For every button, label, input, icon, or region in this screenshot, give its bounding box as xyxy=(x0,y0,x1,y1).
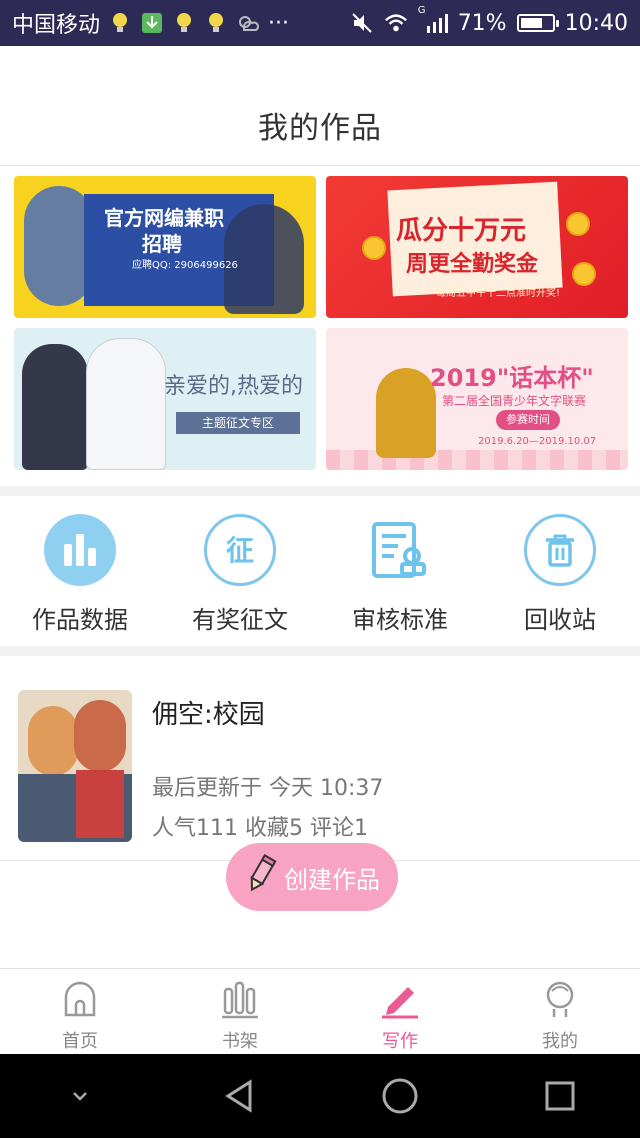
work-stats: 人气111 收藏5 评论1 xyxy=(152,816,368,841)
tab-label: 首页 xyxy=(62,1031,98,1052)
work-title: 佣空:校园 xyxy=(152,700,265,730)
tab-label: 我的 xyxy=(542,1031,578,1052)
cover-art xyxy=(28,706,78,776)
action-review-standard[interactable]: 审核标准 xyxy=(320,496,480,646)
action-label: 有奖征文 xyxy=(192,606,288,634)
coin-icon xyxy=(572,262,596,286)
section-divider xyxy=(0,486,640,496)
tab-profile[interactable]: 我的 xyxy=(480,969,640,1054)
bottom-tab-bar: 首页 书架 写作 我的 xyxy=(0,968,640,1054)
cell-signal-icon: G xyxy=(418,5,448,35)
write-icon xyxy=(380,979,420,1023)
profile-icon xyxy=(540,979,580,1023)
contest-icon: 征 xyxy=(204,514,276,586)
quick-actions: 作品数据 征 有奖征文 审核标准 回收站 xyxy=(0,496,640,646)
create-work-button[interactable]: 创建作品 xyxy=(226,843,398,911)
nav-back-button[interactable] xyxy=(210,1066,270,1126)
status-bar-left: 中国移动 ··· xyxy=(12,7,289,39)
banner-theme-contest[interactable]: 亲爱的,热爱的 主题征文专区 xyxy=(14,328,316,470)
banner-strip xyxy=(326,450,628,470)
section-divider xyxy=(0,646,640,656)
tab-label: 写作 xyxy=(382,1031,418,1052)
banner-grid: 官方网编兼职 招聘 应聘QQ: 2906499626 瓜分十万元 周更全勤奖金 … xyxy=(14,176,628,470)
screen: 中国移动 ··· G 71% 10:40 我的作品 官方网编兼职 招聘 应聘QQ… xyxy=(0,0,640,1138)
work-list-item[interactable]: 佣空:校园 最后更新于 今天 10:37 人气111 收藏5 评论1 xyxy=(0,656,640,861)
bulb-notification-icon xyxy=(108,11,132,35)
home-icon xyxy=(60,979,100,1023)
carrier-name: 中国移动 xyxy=(12,13,101,38)
create-work-label: 创建作品 xyxy=(284,865,380,894)
signal-type-label: G xyxy=(417,5,426,16)
nav-home-button[interactable] xyxy=(370,1066,430,1126)
more-notifications: ··· xyxy=(268,10,289,36)
chevron-down-icon xyxy=(73,1092,87,1101)
page-header: 我的作品 xyxy=(0,46,640,166)
pencil-icon xyxy=(244,854,278,900)
download-notification-icon xyxy=(140,11,164,35)
wifi-icon xyxy=(384,11,408,35)
banner-weekly-bonus[interactable]: 瓜分十万元 周更全勤奖金 每周五中午十二点准时开奖! xyxy=(326,176,628,318)
action-label: 作品数据 xyxy=(32,606,128,634)
action-label: 审核标准 xyxy=(352,606,448,634)
battery-icon xyxy=(516,14,559,32)
banner-badge: 主题征文专区 xyxy=(176,412,300,434)
illustration-person xyxy=(86,338,166,470)
banner-caption: 2019.6.20—2019.10.07 xyxy=(478,436,597,447)
tab-bookshelf[interactable]: 书架 xyxy=(160,969,320,1054)
tab-write[interactable]: 写作 xyxy=(320,969,480,1054)
page-title: 我的作品 xyxy=(258,111,382,146)
banner-subheadline: 周更全勤奖金 xyxy=(406,252,539,277)
trophy-icon xyxy=(376,368,436,458)
banner-caption: 应聘QQ: 2906499626 xyxy=(132,260,238,271)
home-circle-icon xyxy=(382,1078,418,1114)
banner-caption: 每周五中午十二点准时开奖! xyxy=(436,288,561,299)
tab-label: 书架 xyxy=(222,1031,258,1052)
action-recycle-bin[interactable]: 回收站 xyxy=(480,496,640,646)
coin-icon xyxy=(362,236,386,260)
banner-pill: 参赛时间 xyxy=(496,410,560,430)
cover-art xyxy=(74,700,126,772)
banner-subheadline: 招聘 xyxy=(142,232,182,256)
weather-icon xyxy=(236,11,260,35)
recents-square-icon xyxy=(545,1081,575,1111)
bulb-notification-icon xyxy=(204,11,228,35)
banner-huaben-cup[interactable]: 2019"话本杯" 第二届全国青少年文字联赛 参赛时间 2019.6.20—20… xyxy=(326,328,628,470)
banner-headline: 亲爱的,热爱的 xyxy=(164,374,303,399)
status-bar-right: G 71% 10:40 xyxy=(350,5,628,36)
bookshelf-icon xyxy=(220,979,260,1023)
cover-art xyxy=(76,770,124,838)
svg-text:征: 征 xyxy=(226,534,254,567)
tab-home[interactable]: 首页 xyxy=(0,969,160,1054)
nav-collapse-button[interactable] xyxy=(50,1066,110,1126)
nav-recents-button[interactable] xyxy=(530,1066,590,1126)
work-cover xyxy=(18,690,132,842)
banner-headline: 瓜分十万元 xyxy=(396,216,527,246)
action-prize-contest[interactable]: 征 有奖征文 xyxy=(160,496,320,646)
system-nav-bar xyxy=(0,1054,640,1138)
status-bar: 中国移动 ··· G 71% 10:40 xyxy=(0,0,640,46)
banner-headline: 2019"话本杯" xyxy=(430,364,594,392)
back-triangle-icon xyxy=(225,1079,252,1113)
bulb-notification-icon xyxy=(172,11,196,35)
bar-chart-icon xyxy=(44,514,116,586)
banner-headline: 官方网编兼职 xyxy=(104,206,224,230)
coin-icon xyxy=(566,212,590,236)
trash-icon xyxy=(524,514,596,586)
action-work-data[interactable]: 作品数据 xyxy=(0,496,160,646)
clock: 10:40 xyxy=(564,10,628,36)
banner-editor-recruitment[interactable]: 官方网编兼职 招聘 应聘QQ: 2906499626 xyxy=(14,176,316,318)
battery-percent: 71% xyxy=(457,10,507,36)
banner-subheadline: 第二届全国青少年文字联赛 xyxy=(442,394,587,408)
mute-icon xyxy=(350,11,374,35)
work-updated: 最后更新于 今天 10:37 xyxy=(152,776,384,801)
illustration-person xyxy=(22,344,88,470)
review-standard-icon xyxy=(364,514,436,586)
action-label: 回收站 xyxy=(524,606,596,634)
